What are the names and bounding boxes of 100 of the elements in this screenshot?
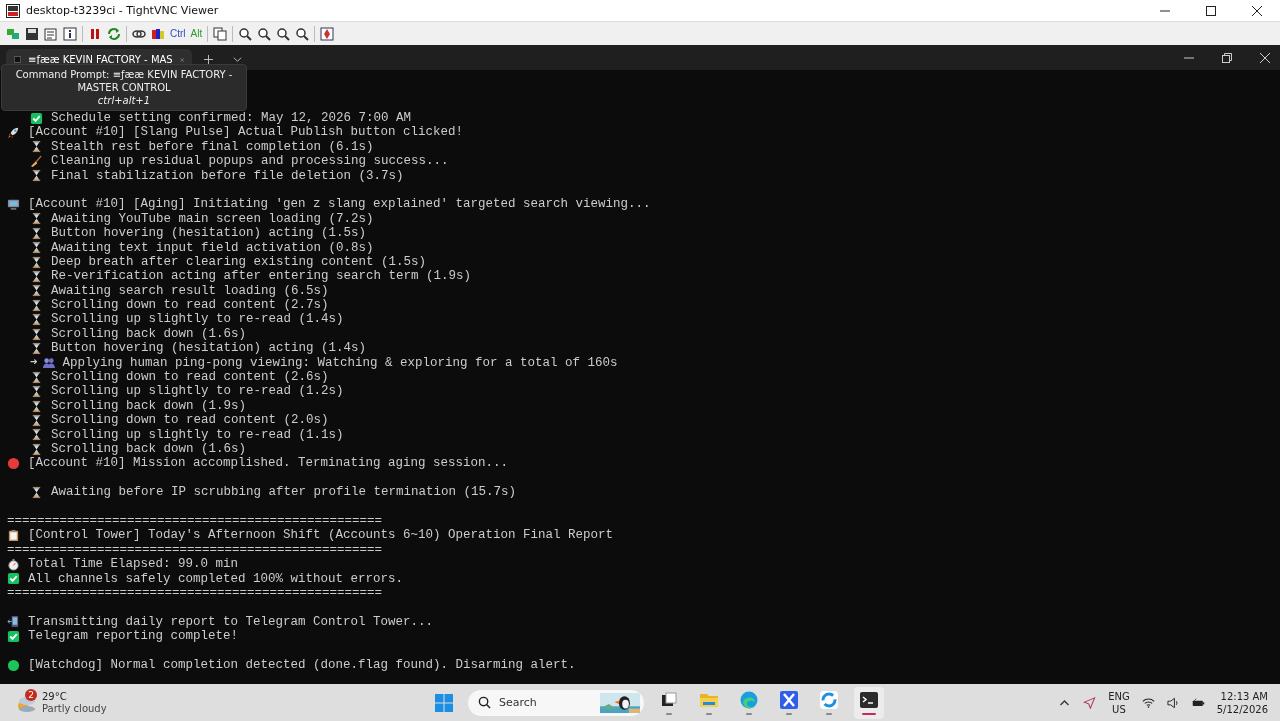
hourglass-icon bbox=[30, 212, 43, 226]
log-line: Scrolling up slightly to re-read (1.1s) bbox=[51, 427, 344, 442]
log-line: [Account #10] Mission accomplished. Terminating aging session... bbox=[28, 456, 509, 471]
terminal-icon bbox=[14, 54, 21, 65]
tooltip-shortcut: ctrl+alt+1 bbox=[97, 94, 151, 107]
hourglass-icon bbox=[30, 428, 43, 442]
broom-icon bbox=[30, 154, 43, 168]
zoom-out-icon[interactable] bbox=[257, 26, 272, 41]
ctrl-button[interactable]: Ctrl bbox=[170, 28, 186, 39]
terminal-icon bbox=[859, 690, 879, 710]
log-line: Telegram reporting complete! bbox=[28, 629, 239, 644]
log-line: All channels safely completed 100% without errors. bbox=[28, 571, 404, 586]
hourglass-icon bbox=[30, 241, 43, 255]
taskbar-app[interactable] bbox=[854, 686, 884, 719]
clock-time[interactable]: 12:13 AM bbox=[1220, 689, 1268, 703]
arrow-glyph: ➜ bbox=[30, 355, 38, 371]
hourglass-icon bbox=[30, 485, 43, 499]
hourglass-icon bbox=[30, 442, 43, 456]
dropdown-icon[interactable] bbox=[233, 55, 242, 64]
checkmark-icon bbox=[7, 629, 20, 643]
people-icon bbox=[41, 356, 55, 370]
hourglass-icon bbox=[30, 169, 43, 183]
log-line: Re-verification acting after entering search term (1.9s) bbox=[51, 269, 472, 284]
log-line: [Control Tower] Today's Afternoon Shift (Accounts 6~10) Operation Final Report bbox=[28, 528, 614, 543]
hourglass-icon bbox=[30, 327, 43, 341]
location-arrow-icon[interactable] bbox=[1083, 696, 1097, 709]
separator-line: ================================================== bbox=[7, 513, 383, 529]
log-line: Applying human ping-pong viewing: Watching & exploring for a total of 160s bbox=[62, 355, 618, 371]
clock-date[interactable]: 5/12/2026 bbox=[1216, 702, 1268, 716]
browser-icon bbox=[739, 690, 759, 710]
new-tab-icon[interactable] bbox=[204, 55, 213, 64]
pause-icon[interactable] bbox=[88, 26, 102, 41]
stopwatch-icon bbox=[7, 557, 20, 571]
fullscreen-icon[interactable] bbox=[320, 26, 335, 41]
hourglass-icon bbox=[30, 255, 43, 269]
language-label[interactable]: ENG bbox=[1108, 689, 1130, 703]
search-icon bbox=[478, 696, 491, 709]
checkmark-icon bbox=[30, 111, 43, 125]
hourglass-icon bbox=[30, 313, 43, 327]
log-line: Button hovering (hesitation) acting (1.4s) bbox=[51, 341, 367, 356]
save-icon[interactable] bbox=[25, 26, 39, 41]
hourglass-icon bbox=[30, 341, 43, 355]
hourglass-icon bbox=[30, 399, 43, 413]
weather-condition: Partly cloudy bbox=[42, 702, 107, 715]
hourglass-icon bbox=[30, 413, 43, 427]
log-line: Schedule setting confirmed: May 12, 2026 7:00 AM bbox=[51, 111, 412, 126]
clipboard-icon bbox=[7, 529, 20, 542]
region-label[interactable]: US bbox=[1112, 702, 1126, 716]
log-line: Awaiting YouTube main screen loading (7.2s) bbox=[51, 211, 374, 227]
properties-icon[interactable] bbox=[44, 26, 58, 41]
checkmark-icon bbox=[7, 572, 20, 586]
notification-badge: 2 bbox=[25, 688, 37, 701]
hourglass-icon bbox=[30, 298, 43, 312]
log-line: Awaiting before IP scrubbing after profile termination (15.7s) bbox=[51, 485, 517, 500]
battery-icon[interactable] bbox=[1191, 696, 1205, 709]
close-icon bbox=[1252, 5, 1262, 16]
rocket-icon bbox=[7, 126, 20, 140]
log-line: Deep breath after clearing existing content (1.5s) bbox=[51, 254, 427, 270]
refresh-icon[interactable] bbox=[107, 26, 121, 41]
keys-icon[interactable] bbox=[151, 26, 165, 41]
log-line: [Account #10] [Slang Pulse] Actual Publish button clicked! bbox=[28, 125, 464, 140]
log-line: [Watchdog] Normal completion detected (done.flag found). Disarming alert. bbox=[28, 657, 576, 673]
connection-icon[interactable] bbox=[6, 26, 20, 41]
log-line: Button hovering (hesitation) acting (1.5s) bbox=[51, 226, 367, 241]
start-icon[interactable] bbox=[434, 692, 454, 713]
phone-icon bbox=[7, 615, 20, 629]
stop-dot-icon bbox=[7, 457, 20, 471]
zoom-reset-icon[interactable] bbox=[276, 26, 291, 41]
log-line: Final stabilization before file deletion (3.7s) bbox=[51, 168, 404, 183]
info-icon[interactable] bbox=[63, 26, 77, 41]
log-line: Scrolling back down (1.6s) bbox=[51, 326, 247, 342]
log-line: Stealth rest before final completion (6.1s) bbox=[51, 139, 374, 155]
monitor-icon bbox=[7, 198, 20, 212]
separator-line: ================================================== bbox=[7, 585, 383, 601]
maximize-icon bbox=[1206, 5, 1216, 16]
separator-line: ================================================== bbox=[7, 542, 383, 558]
vnc-logo-icon bbox=[6, 3, 20, 18]
hourglass-icon bbox=[30, 284, 43, 298]
temperature: 29°C bbox=[42, 690, 68, 703]
wifi-icon[interactable] bbox=[1141, 696, 1155, 709]
search-bar[interactable]: Search bbox=[468, 689, 644, 716]
close-icon[interactable] bbox=[1260, 52, 1270, 63]
hourglass-icon bbox=[30, 270, 43, 283]
hourglass-icon bbox=[30, 226, 43, 240]
log-line: Awaiting search result loading (6.5s) bbox=[51, 283, 329, 299]
status-dot-icon bbox=[7, 658, 20, 672]
restore-icon[interactable] bbox=[1222, 52, 1232, 63]
log-line: Scrolling down to read content (2.6s) bbox=[51, 370, 329, 385]
zoom-fit-icon[interactable] bbox=[295, 26, 310, 41]
hourglass-icon bbox=[30, 370, 43, 384]
copy-icon[interactable] bbox=[213, 26, 228, 41]
x-app-icon bbox=[779, 690, 799, 710]
log-line: Transmitting daily report to Telegram Control Tower... bbox=[28, 614, 434, 630]
log-line: Total Time Elapsed: 99.0 min bbox=[28, 557, 239, 572]
log-line: Scrolling up slightly to re-read (1.4s) bbox=[51, 312, 344, 327]
search-field[interactable]: Search bbox=[497, 695, 591, 710]
hourglass-icon bbox=[30, 140, 43, 154]
speaker-icon[interactable] bbox=[1166, 696, 1180, 709]
ring-app-icon bbox=[819, 690, 839, 710]
zoom-in-icon[interactable] bbox=[238, 26, 253, 41]
